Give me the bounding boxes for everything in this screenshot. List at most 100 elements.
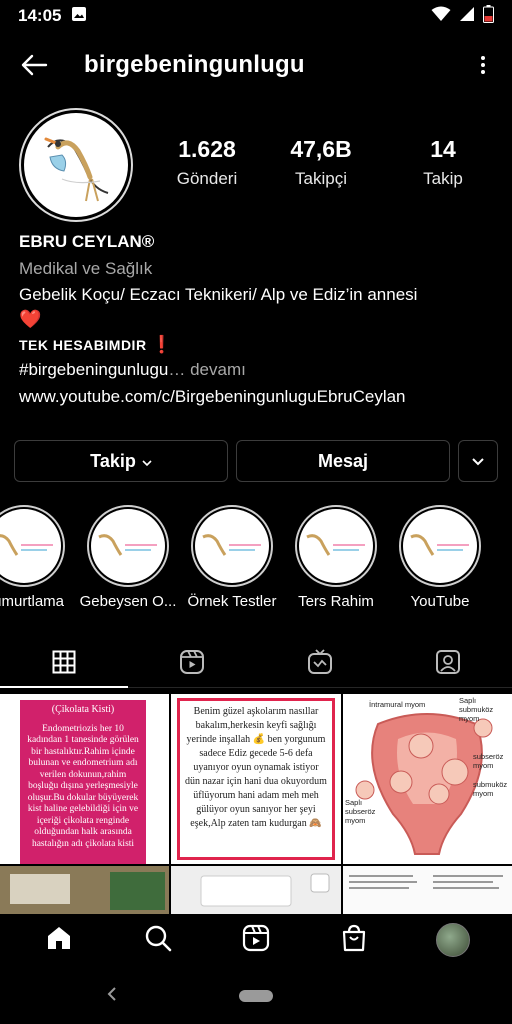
post-body: Endometriozis her 10 kadından 1 tanesind… [27, 723, 139, 849]
reels-icon [242, 924, 270, 957]
stork-logo-icon [299, 509, 373, 583]
diagram-label: Saplı submuköz myom [459, 696, 494, 723]
tab-posts-grid[interactable] [0, 642, 128, 688]
profile-stats: 1.628 Gönderi 47,6B Takipçi 14 Takip [165, 136, 495, 189]
chevron-down-icon [471, 451, 485, 472]
highlight-item[interactable]: Örnek Testler [178, 505, 286, 610]
highlight-label: Yumurtlama [0, 593, 65, 610]
tab-tagged[interactable] [384, 642, 512, 687]
follow-button[interactable]: Takip [14, 440, 228, 482]
highlight-ring [87, 505, 169, 587]
profile-bio: EBRU CEYLAN® Medikal ve Sağlık Gebelik K… [19, 232, 499, 408]
post-thumbnail[interactable] [171, 866, 341, 914]
highlight-ring [0, 505, 65, 587]
message-button-label: Mesaj [317, 450, 369, 471]
profile-username: birgebeningunlugu [84, 51, 305, 78]
battery-icon [483, 4, 494, 28]
stat-posts[interactable]: 1.628 Gönderi [165, 136, 249, 189]
suggested-accounts-button[interactable] [458, 440, 498, 482]
stat-following-label: Takip [423, 169, 463, 188]
highlight-label: YouTube [410, 593, 470, 610]
highlight-label: Gebeysen O... [79, 593, 177, 610]
post-thumbnail[interactable]: İntramural myom Saplı submuköz myom subs… [343, 694, 512, 864]
more-options-icon[interactable] [468, 45, 498, 85]
grid-icon [52, 650, 76, 679]
highlight-item[interactable]: Gebeysen O... [74, 505, 182, 610]
nav-shop[interactable] [324, 914, 384, 966]
bio-description: Gebelik Koçu/ Eczacı Teknikeri/ Alp ve E… [19, 285, 418, 304]
diagram-label: subseröz myom [473, 752, 504, 770]
profile-header: birgebeningunlugu [0, 34, 512, 96]
post-screenshot [343, 866, 512, 914]
post-thumbnail[interactable]: Benim güzel aşkolarım nasıllar bakalım,h… [171, 694, 341, 864]
user-avatar [435, 923, 470, 957]
stork-logo-icon [403, 509, 477, 583]
stat-followers-value: 47,6B [290, 136, 352, 162]
profile-actions: Takip Mesaj [14, 440, 498, 482]
stat-posts-label: Gönderi [176, 169, 238, 188]
highlight-item[interactable]: Yumurtlama [0, 505, 78, 610]
highlight-item[interactable]: Ters Rahim [282, 505, 390, 610]
highlight-ring [295, 505, 377, 587]
post-photo [171, 866, 341, 914]
stork-logo-icon [91, 509, 165, 583]
tab-igtv[interactable] [256, 642, 384, 687]
bio-heart: ❤️ [19, 309, 42, 329]
message-button[interactable]: Mesaj [236, 440, 450, 482]
nav-home[interactable] [29, 914, 89, 966]
home-icon [45, 924, 73, 957]
back-arrow-icon[interactable] [14, 45, 54, 85]
nav-search[interactable] [128, 914, 188, 966]
diagram-label: Saplı subseröz myom [345, 798, 376, 825]
profile-summary: 1.628 Gönderi 47,6B Takipçi 14 Takip [0, 106, 512, 222]
stork-logo-icon [195, 509, 269, 583]
gallery-notification-icon [71, 6, 87, 27]
stat-followers-label: Takipçi [295, 169, 347, 188]
cell-signal-icon [459, 6, 475, 27]
stork-logo-icon [24, 113, 128, 217]
reels-icon [179, 649, 205, 680]
highlight-label: Ters Rahim [298, 593, 374, 610]
bio-exclaim: ❗ [151, 335, 173, 354]
bio-category: Medikal ve Sağlık [19, 259, 153, 278]
content-tabs [0, 642, 512, 688]
bio-hashtag[interactable]: #birgebeningunlugu [19, 360, 168, 379]
system-home-pill[interactable] [239, 990, 273, 1002]
chevron-down-icon [142, 451, 152, 472]
highlight-item[interactable]: YouTube [386, 505, 494, 610]
stork-logo-icon [0, 509, 61, 583]
post-thumbnail[interactable]: (Çikolata Kisti) Endometriozis her 10 ka… [0, 694, 169, 864]
system-navigation-bar [0, 966, 512, 1024]
post-text-card: Benim güzel aşkolarım nasıllar bakalım,h… [177, 698, 335, 860]
diagram-label: submuköz myom [473, 780, 508, 798]
shopping-bag-icon [340, 924, 368, 957]
system-back-icon[interactable] [100, 982, 124, 1006]
post-thumbnail[interactable] [343, 866, 512, 914]
story-highlights: Yumurtlama Gebeysen O... Örnek Testler T… [0, 505, 512, 620]
bio-hashtag-line: #birgebeningunlugu… devamı [19, 359, 499, 381]
bio-website-link[interactable]: www.youtube.com/c/BirgebeningunluguEbruC… [19, 386, 499, 408]
post-title: (Çikolata Kisti) [51, 704, 115, 715]
status-bar: 14:05 [0, 0, 512, 32]
stat-followers[interactable]: 47,6B Takipçi [279, 136, 363, 189]
profile-avatar[interactable] [19, 108, 133, 222]
bio-tagline: TEK HESABIMDIR ❗ [19, 334, 499, 356]
search-icon [144, 924, 172, 957]
tab-reels[interactable] [128, 642, 256, 687]
bio-more-link[interactable]: … devamı [168, 360, 245, 379]
highlight-label: Örnek Testler [187, 593, 277, 610]
post-photo [0, 866, 169, 914]
stat-following[interactable]: 14 Takip [401, 136, 485, 189]
post-thumbnail[interactable] [0, 866, 169, 914]
bio-name: EBRU CEYLAN® [19, 232, 155, 251]
post-body: Benim güzel aşkolarım nasıllar bakalım,h… [185, 706, 327, 829]
status-left: 14:05 [18, 6, 87, 27]
posts-grid: (Çikolata Kisti) Endometriozis her 10 ka… [0, 694, 512, 914]
tagged-person-icon [435, 649, 461, 680]
nav-reels[interactable] [226, 914, 286, 966]
igtv-icon [307, 649, 333, 680]
highlight-ring [191, 505, 273, 587]
wifi-icon [431, 6, 451, 27]
nav-profile[interactable] [423, 914, 483, 966]
stat-posts-value: 1.628 [178, 136, 236, 162]
